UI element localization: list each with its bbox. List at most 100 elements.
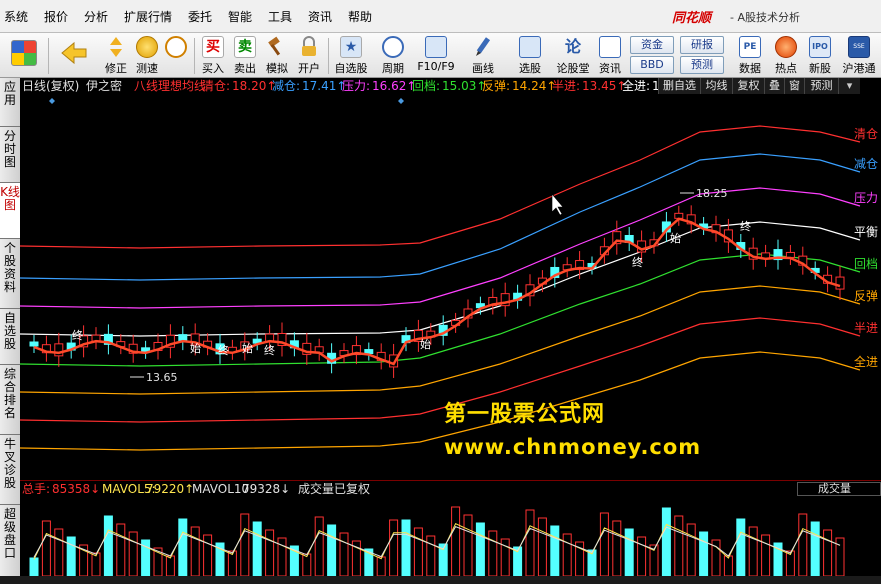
adjust-button[interactable]: 复权 bbox=[732, 78, 764, 94]
tab-super-order-book[interactable]: 超级盘口 bbox=[0, 505, 20, 577]
left-tab-bar: 应用 分时图 K线图 个股资料 自选股 综合排名 牛叉诊股 超级盘口 bbox=[0, 78, 20, 584]
period-icon bbox=[382, 36, 404, 58]
period-label[interactable]: 日线(复权) bbox=[22, 78, 79, 94]
layout-button[interactable] bbox=[6, 34, 42, 77]
lock-icon bbox=[298, 36, 320, 58]
pe-icon: PE bbox=[739, 36, 761, 58]
menu-item-extended-market[interactable]: 扩展行情 bbox=[124, 8, 172, 25]
simulate-button[interactable]: 模拟 bbox=[262, 34, 292, 77]
volume-bar bbox=[723, 555, 733, 576]
band-label-6: 半进 bbox=[854, 321, 878, 335]
speed-test-button[interactable]: 测速 bbox=[132, 34, 162, 77]
stock-name: 伊之密 bbox=[86, 79, 123, 93]
cursor-arrow-icon bbox=[551, 193, 564, 216]
menu-item-order[interactable]: 委托 bbox=[188, 8, 212, 25]
new-stock-button[interactable]: IPO 新股 bbox=[804, 34, 836, 77]
clock-button[interactable] bbox=[162, 34, 190, 77]
volume-bar bbox=[562, 533, 572, 576]
period-label: 周期 bbox=[382, 62, 404, 75]
volume-bar bbox=[674, 515, 684, 576]
menu-item-quote[interactable]: 报价 bbox=[44, 8, 68, 25]
volume-info-bar: 总手: 85358↓ MAVOL5: 79220↑ MAVOL10: 79328… bbox=[20, 480, 881, 496]
toolbar: 修正 测速 买 买入 卖 卖出 模拟 开户 ★ 自选股 周期 F10/F9 画线… bbox=[0, 33, 881, 78]
draw-line-button[interactable]: 画线 bbox=[466, 34, 500, 77]
remove-watchlist-button[interactable]: 删自选 bbox=[658, 78, 700, 94]
volume-bar bbox=[661, 507, 671, 576]
pencil-icon bbox=[472, 36, 494, 58]
volume-bar bbox=[29, 557, 39, 576]
ipo-icon: IPO bbox=[809, 36, 831, 58]
volume-bar bbox=[761, 534, 771, 576]
indicator-name[interactable]: 八线理想均线 bbox=[134, 78, 206, 94]
menu-item-analysis[interactable]: 分析 bbox=[84, 8, 108, 25]
volume-bar bbox=[376, 556, 386, 576]
forecast-button[interactable]: 预测 bbox=[680, 56, 724, 74]
forecast-toggle-button[interactable]: 预测 bbox=[804, 78, 838, 94]
shanghai-hk-connect-button[interactable]: SSE HKE 沪港通 bbox=[838, 34, 880, 77]
menu-item-system[interactable]: 系统 bbox=[4, 8, 28, 25]
f10-button[interactable]: F10/F9 bbox=[416, 34, 456, 77]
period-button[interactable]: 周期 bbox=[376, 34, 410, 77]
data-button[interactable]: PE 数据 bbox=[734, 34, 766, 77]
capital-flow-button[interactable]: 资金 bbox=[630, 36, 674, 54]
window-button[interactable]: 窗 bbox=[784, 78, 804, 94]
tab-watchlist[interactable]: 自选股 bbox=[0, 309, 20, 365]
back-button[interactable] bbox=[56, 34, 92, 77]
volume-bar bbox=[389, 519, 399, 576]
menu-item-smart[interactable]: 智能 bbox=[228, 8, 252, 25]
stock-screener-button[interactable]: 选股 bbox=[512, 34, 548, 77]
volume-bar bbox=[252, 521, 262, 576]
watchlist-button[interactable]: ★ 自选股 bbox=[332, 34, 370, 77]
info-button[interactable]: 资讯 bbox=[594, 34, 626, 77]
hotspot-button[interactable]: 热点 bbox=[770, 34, 802, 77]
tab-stock-profile[interactable]: 个股资料 bbox=[0, 239, 20, 309]
tab-diagnosis[interactable]: 牛叉诊股 bbox=[0, 435, 20, 505]
clock-icon bbox=[165, 36, 187, 58]
volume-bar bbox=[736, 518, 746, 576]
high-price-label: 18.25 bbox=[696, 187, 728, 200]
buy-button[interactable]: 买 买入 bbox=[198, 34, 228, 77]
full-in-label: 全进: bbox=[622, 79, 651, 93]
menu-item-help[interactable]: 帮助 bbox=[348, 8, 372, 25]
tab-ranking[interactable]: 综合排名 bbox=[0, 365, 20, 435]
correct-button[interactable]: 修正 bbox=[100, 34, 132, 77]
tab-kline[interactable]: K线图 bbox=[0, 183, 20, 239]
volume-chart[interactable] bbox=[20, 496, 881, 576]
ma-button[interactable]: 均线 bbox=[700, 78, 732, 94]
volume-bar bbox=[103, 515, 113, 576]
signal-marker-5: 始 bbox=[420, 337, 431, 351]
watermark-url: www.chnmoney.com bbox=[444, 435, 702, 459]
volume-bar bbox=[165, 555, 175, 576]
band-line-1 bbox=[20, 153, 861, 281]
gavel-icon bbox=[266, 36, 288, 58]
band-labels: 清仓减仓压力平衡回档反弹半进全进 bbox=[854, 127, 878, 369]
volume-bar bbox=[823, 529, 833, 576]
overlay-button[interactable]: 叠 bbox=[764, 78, 784, 94]
volume-bar bbox=[451, 506, 461, 576]
volume-indicator-dropdown[interactable]: 成交量 bbox=[797, 482, 881, 496]
total-volume-label: 总手: bbox=[22, 482, 51, 496]
sell-button[interactable]: 卖 卖出 bbox=[230, 34, 260, 77]
research-button[interactable]: 研报 bbox=[680, 36, 724, 54]
volume-bar bbox=[624, 528, 634, 576]
f10-label: F10/F9 bbox=[417, 60, 455, 73]
tab-intraday[interactable]: 分时图 bbox=[0, 127, 20, 183]
bbd-button[interactable]: BBD bbox=[630, 56, 674, 74]
brand-logo: 同花顺 bbox=[672, 11, 712, 26]
menu-item-news[interactable]: 资讯 bbox=[308, 8, 332, 25]
volume-bar bbox=[488, 530, 498, 576]
signal-marker-3: 始 bbox=[242, 341, 253, 355]
band-label-1: 减仓 bbox=[854, 157, 878, 171]
volume-bar bbox=[54, 528, 64, 576]
forum-button[interactable]: 论 论股堂 bbox=[554, 34, 592, 77]
menu-item-tools[interactable]: 工具 bbox=[268, 8, 292, 25]
volume-bar bbox=[748, 526, 758, 576]
dropdown-arrow-icon[interactable]: ▾ bbox=[838, 78, 860, 94]
reduce-label: 减仓: bbox=[272, 79, 301, 93]
clear-label: 清仓: bbox=[202, 79, 231, 93]
pressure-label: 压力: bbox=[342, 79, 371, 93]
volume-bar bbox=[401, 519, 411, 576]
tab-app[interactable]: 应用 bbox=[0, 78, 20, 127]
screen-icon bbox=[519, 36, 541, 58]
open-account-button[interactable]: 开户 bbox=[294, 34, 324, 77]
